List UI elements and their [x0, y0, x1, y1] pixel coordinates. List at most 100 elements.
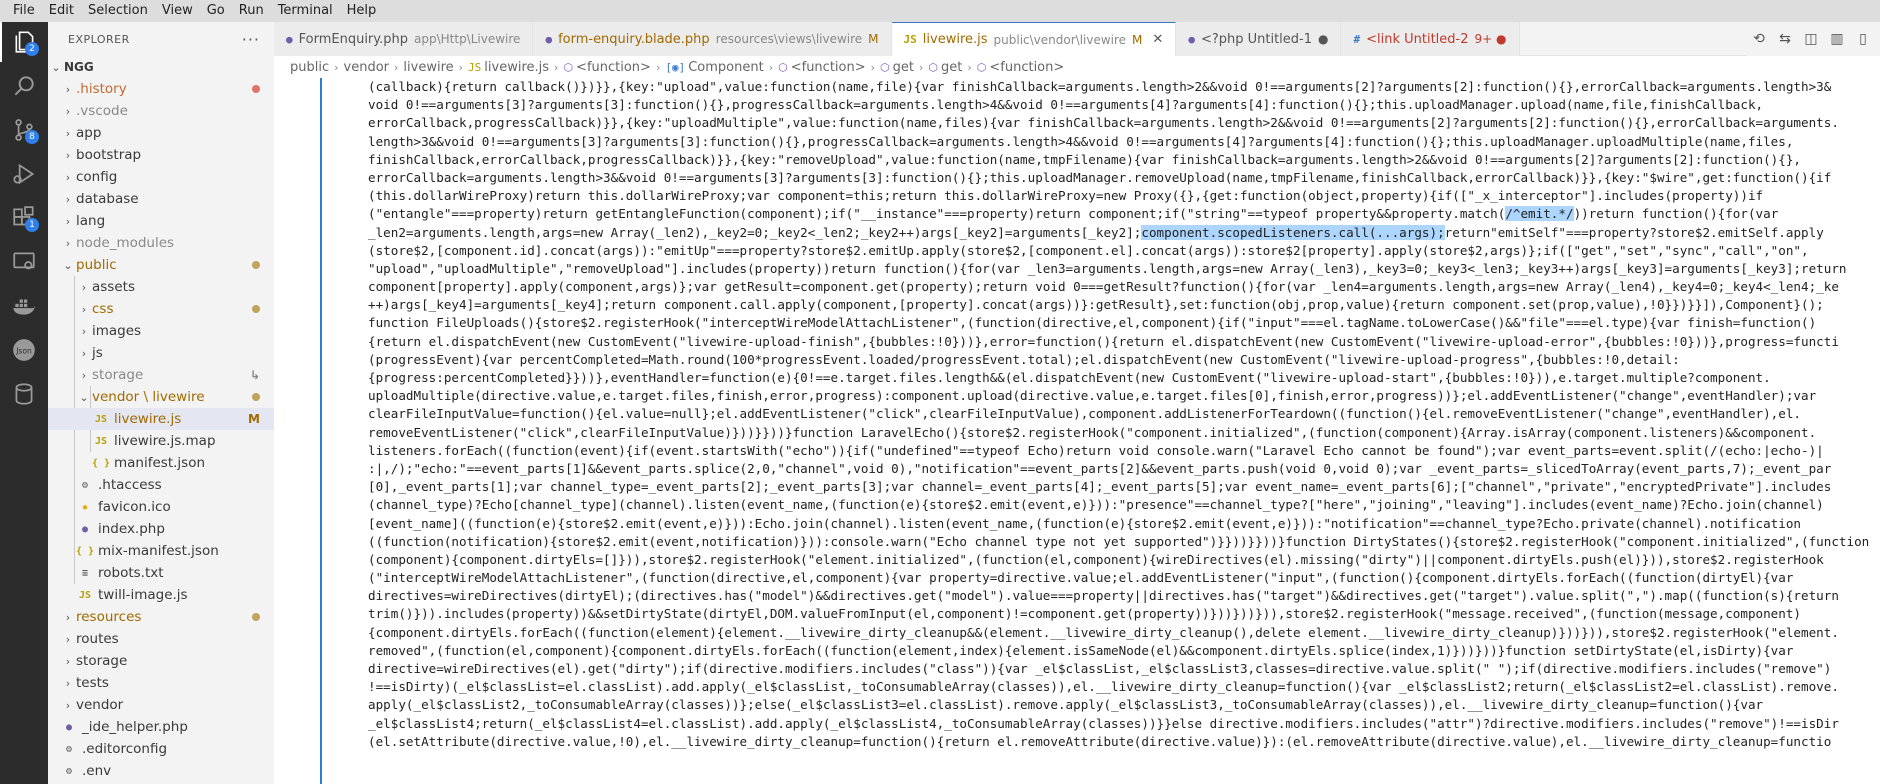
code-line: :|,/);"echo:"==event_parts[1]&&event_par…	[368, 460, 1832, 476]
tree-item[interactable]: › node_modules	[48, 232, 274, 254]
tree-item[interactable]: › js	[48, 342, 274, 364]
tree-item[interactable]: ⚙ .env	[48, 760, 274, 782]
breadcrumb-item[interactable]: <function>	[576, 60, 651, 75]
layout-icon[interactable]: ▥	[1824, 31, 1850, 47]
tree-item[interactable]: › css	[48, 298, 274, 320]
timeline-icon[interactable]: ⟲	[1746, 31, 1772, 47]
explorer-badge: 2	[25, 42, 39, 56]
close-icon[interactable]: ✕	[1152, 32, 1163, 47]
tab-label: <link Untitled-2	[1366, 31, 1469, 47]
extensions-badge: 1	[25, 218, 39, 232]
tree-item[interactable]: ⌄ vendor \ livewire	[48, 386, 274, 408]
breadcrumb: public › vendor › livewire › JS livewire.js › ⬡ <f…	[274, 56, 1880, 78]
explorer-icon[interactable]: 2	[0, 22, 48, 62]
tree-item[interactable]: › resources	[48, 606, 274, 628]
tab-label: FormEnquiry.php	[298, 31, 408, 47]
tree-item-label: vendor	[76, 697, 124, 713]
tree-item[interactable]: ● index.php	[48, 518, 274, 540]
tab-3[interactable]: ● <?php Untitled-1 ●	[1176, 22, 1342, 56]
breadcrumb-item[interactable]: <function>	[989, 60, 1064, 75]
menu-go[interactable]: Go	[200, 0, 232, 22]
code-line: component[property].apply(component,args…	[368, 279, 1839, 295]
tree-item[interactable]: ✹ favicon.ico	[48, 496, 274, 518]
menu-selection[interactable]: Selection	[81, 0, 155, 22]
tree-item[interactable]: › tests	[48, 672, 274, 694]
source-control-icon[interactable]: 8	[0, 110, 48, 150]
tree-item[interactable]: › app	[48, 122, 274, 144]
remote-explorer-icon[interactable]	[0, 242, 48, 282]
menu-file[interactable]: File	[6, 0, 42, 22]
chevron-right-icon: ›	[65, 632, 71, 646]
tree-item[interactable]: › config	[48, 166, 274, 188]
breadcrumb-item[interactable]: Component	[688, 60, 763, 75]
tree-item[interactable]: ⚙ .editorconfig	[48, 738, 274, 760]
menu-help[interactable]: Help	[340, 0, 384, 22]
tree-item[interactable]: { } manifest.json	[48, 452, 274, 474]
tree-item[interactable]: JS livewire.js.map	[48, 430, 274, 452]
breadcrumb-separator: ›	[768, 60, 774, 74]
tree-item[interactable]: ≡ robots.txt	[48, 562, 274, 584]
breadcrumb-item[interactable]: get	[893, 60, 914, 75]
editor-more-icon[interactable]: ▯	[1850, 31, 1876, 47]
tree-item[interactable]: › .vscode	[48, 100, 274, 122]
menu-bar: File Edit Selection View Go Run Terminal Help	[0, 0, 1880, 22]
more-actions-icon[interactable]: ···	[242, 30, 260, 49]
tree-item[interactable]: › images	[48, 320, 274, 342]
tree-item[interactable]: ⚙ .htaccess	[48, 474, 274, 496]
code-editor[interactable]: (callback){return callback()})}},{key:"u…	[274, 78, 1880, 784]
compare-icon[interactable]: ⇆	[1772, 31, 1798, 47]
tree-item-label: js	[92, 345, 103, 361]
breadcrumb-item[interactable]: livewire.js	[484, 60, 549, 75]
workspace-root[interactable]: ⌄ NGG	[48, 56, 274, 78]
breadcrumb-item[interactable]: livewire	[403, 60, 453, 75]
tree-item[interactable]: › lang	[48, 210, 274, 232]
database-icon[interactable]	[0, 374, 48, 414]
tab-label: <?php Untitled-1	[1200, 31, 1312, 47]
breadcrumb-item[interactable]: <function>	[791, 60, 866, 75]
tree-item[interactable]: ⌄ public	[48, 254, 274, 276]
activity-bar: 2 8 1 Json	[0, 22, 48, 784]
tree-item-label: manifest.json	[114, 455, 206, 471]
chevron-right-icon: ›	[65, 214, 71, 228]
menu-edit[interactable]: Edit	[42, 0, 81, 22]
breadcrumb-item[interactable]: public	[290, 60, 329, 75]
breadcrumb-item[interactable]: vendor	[344, 60, 389, 75]
menu-terminal[interactable]: Terminal	[271, 0, 340, 22]
tree-item[interactable]: › vendor	[48, 694, 274, 716]
chevron-right-icon: ›	[65, 698, 71, 712]
run-debug-icon[interactable]	[0, 154, 48, 194]
search-icon[interactable]	[0, 66, 48, 106]
tree-item[interactable]: › .history	[48, 78, 274, 100]
json-icon[interactable]: Json	[0, 330, 48, 370]
docker-icon[interactable]	[0, 286, 48, 326]
tab-1[interactable]: ● form-enquiry.blade.php resources\views\l…	[533, 22, 892, 56]
editor-tabs: ● FormEnquiry.php app\Http\Livewire ● form-e…	[274, 22, 1880, 56]
code-line: uploadMultiple(directive.value,e.target.…	[368, 388, 1817, 404]
json-file-icon: { }	[92, 457, 111, 469]
tab-4[interactable]: # <link Untitled-2 9+ ●	[1341, 22, 1520, 56]
code-line: directives=wireDirectives(dirtyEl);(dire…	[368, 588, 1839, 604]
tree-item[interactable]: { } mix-manifest.json	[48, 540, 274, 562]
tree-item[interactable]: JS twill-image.js	[48, 584, 274, 606]
selection-highlight: /^emit.*/	[1505, 206, 1574, 222]
tree-item[interactable]: › bootstrap	[48, 144, 274, 166]
tree-item[interactable]: ● _ide_helper.php	[48, 716, 274, 738]
code-line: clearFileInputValue=function(){el.value=…	[368, 406, 1802, 422]
breadcrumb-item[interactable]: get	[941, 60, 962, 75]
tree-item[interactable]: JS livewire.js M	[48, 408, 274, 430]
breadcrumb-separator: ›	[918, 60, 924, 74]
tree-item-label: favicon.ico	[98, 499, 171, 515]
code-text[interactable]: (callback){return callback()})}},{key:"u…	[368, 78, 1880, 751]
tree-item[interactable]: › routes	[48, 628, 274, 650]
menu-view[interactable]: View	[155, 0, 200, 22]
extensions-icon[interactable]: 1	[0, 198, 48, 238]
tab-0[interactable]: ● FormEnquiry.php app\Http\Livewire	[274, 22, 534, 56]
tree-item-label: bootstrap	[76, 147, 142, 163]
split-editor-icon[interactable]: ◫	[1798, 31, 1824, 47]
menu-run[interactable]: Run	[232, 0, 271, 22]
tree-item[interactable]: › storage	[48, 650, 274, 672]
tab-2[interactable]: JS livewire.js public\vendor\livewire M ✕	[891, 22, 1177, 56]
tree-item[interactable]: › storage ↳	[48, 364, 274, 386]
tree-item[interactable]: › database	[48, 188, 274, 210]
tree-item[interactable]: › assets	[48, 276, 274, 298]
